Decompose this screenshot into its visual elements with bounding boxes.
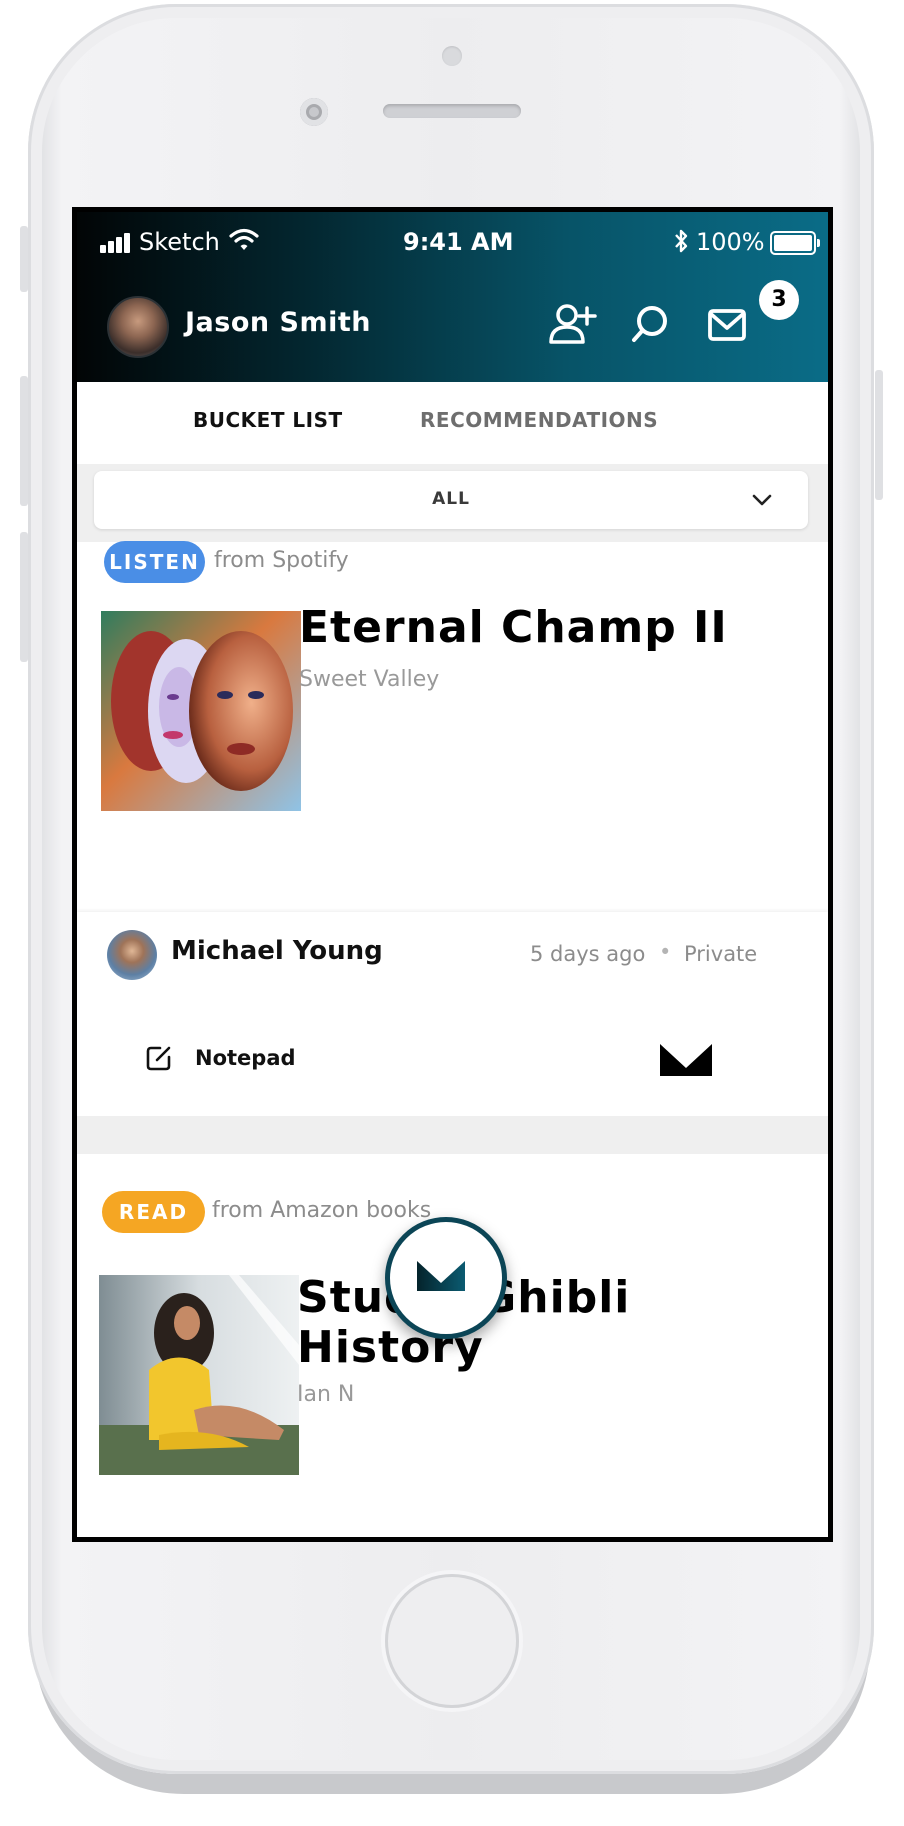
source-label: from Amazon books [212, 1198, 432, 1223]
shared-by-row: Michael Young 5 days ago • Private [77, 912, 828, 994]
screen: Sketch 9:41 AM 100% Jason Smith 3 BUCKET… [72, 207, 833, 1542]
volume-up-button [20, 376, 28, 506]
front-camera [300, 98, 328, 126]
add-user-icon[interactable] [543, 296, 599, 352]
meta-separator: • [659, 940, 672, 964]
wifi-icon [229, 228, 259, 250]
notepad-button[interactable]: Notepad [195, 1046, 296, 1070]
visibility-label: Private [684, 942, 758, 966]
floating-action-button[interactable] [385, 1217, 507, 1339]
proximity-sensor [442, 46, 462, 66]
card-divider [77, 1116, 828, 1154]
app-screen: Sketch 9:41 AM 100% Jason Smith 3 BUCKET… [77, 212, 828, 1537]
home-button[interactable] [385, 1574, 519, 1708]
mute-switch [20, 226, 28, 292]
type-badge-listen: LISTEN [104, 541, 205, 583]
item-title[interactable]: Eternal Champ II [299, 602, 728, 654]
earpiece-speaker [383, 104, 521, 118]
bluetooth-icon [675, 229, 688, 253]
type-badge-read: READ [102, 1191, 205, 1233]
user-name[interactable]: Jason Smith [185, 307, 371, 338]
shared-time: 5 days ago [530, 942, 646, 966]
edit-note-icon[interactable] [145, 1044, 173, 1072]
brand-logo-icon [417, 1261, 465, 1291]
app-header: Sketch 9:41 AM 100% Jason Smith 3 [77, 212, 828, 382]
power-button [875, 370, 883, 500]
battery-icon [770, 231, 820, 255]
signal-icon [100, 233, 132, 253]
filter-dropdown[interactable]: ALL [94, 471, 808, 529]
sharer-name[interactable]: Michael Young [171, 936, 383, 966]
mail-icon[interactable] [700, 296, 756, 352]
volume-down-button [20, 532, 28, 662]
item-subtitle: Ian N [297, 1382, 355, 1407]
user-avatar[interactable] [107, 296, 169, 358]
tab-bar: BUCKET LIST RECOMMENDATIONS [77, 382, 828, 464]
brand-logo-icon[interactable] [660, 1044, 712, 1076]
search-icon[interactable] [623, 296, 679, 352]
tab-bucket-list[interactable]: BUCKET LIST [193, 408, 343, 432]
book-cover-image[interactable] [99, 1275, 299, 1475]
filter-selected-value: ALL [432, 489, 470, 509]
sharer-avatar[interactable] [107, 930, 157, 980]
status-time: 9:41 AM [403, 228, 514, 256]
inbox-count-badge: 3 [759, 280, 799, 320]
carrier-label: Sketch [139, 228, 220, 256]
album-cover-image[interactable] [101, 611, 301, 811]
chevron-down-icon [752, 494, 772, 506]
item-subtitle: Sweet Valley [299, 667, 440, 692]
battery-percent: 100% [696, 228, 765, 256]
filter-bar: ALL [77, 464, 828, 542]
tab-recommendations[interactable]: RECOMMENDATIONS [420, 408, 658, 432]
notepad-row: Notepad [77, 994, 828, 1116]
source-label: from Spotify [214, 548, 349, 573]
